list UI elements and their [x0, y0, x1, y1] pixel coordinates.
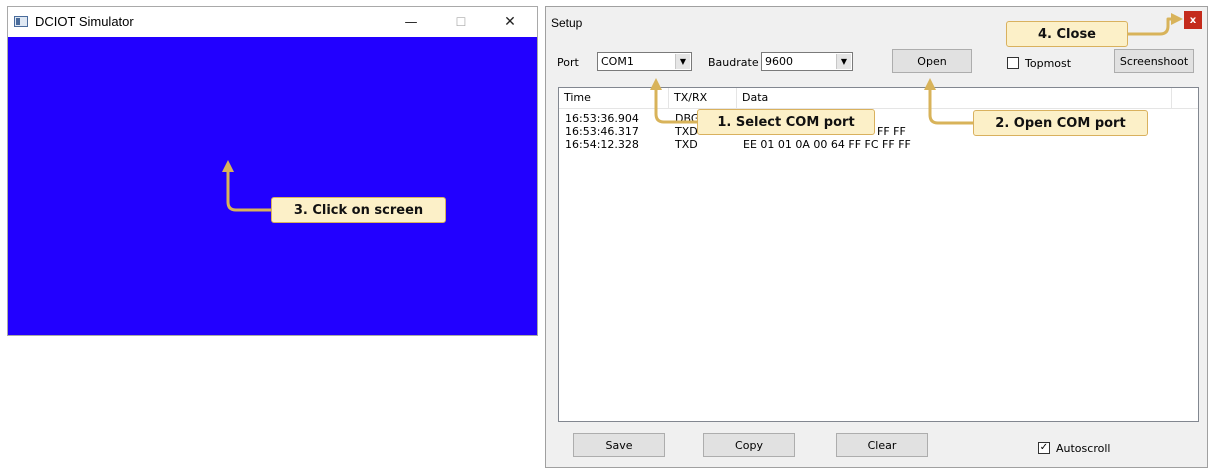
autoscroll-label: Autoscroll — [1056, 442, 1111, 455]
cell-data: EE 01 01 0A 00 64 FF FC FF FF — [743, 138, 911, 151]
port-select[interactable]: COM1 ▼ — [597, 52, 692, 71]
topmost-label: Topmost — [1025, 57, 1072, 70]
cell-time: 16:53:46.317 — [565, 125, 639, 138]
chevron-down-icon[interactable]: ▼ — [836, 54, 851, 69]
baudrate-label: Baudrate — [708, 56, 759, 69]
simulator-screen[interactable] — [8, 37, 537, 335]
port-select-value: COM1 — [601, 55, 634, 68]
log-header: Time TX/RX Data — [559, 88, 1198, 109]
port-label: Port — [557, 56, 579, 69]
cell-time: 16:54:12.328 — [565, 138, 639, 151]
copy-button[interactable]: Copy — [703, 433, 795, 457]
setup-title: Setup — [551, 16, 583, 30]
setup-window: Setup x Port COM1 ▼ Baudrate 9600 ▼ Open… — [545, 6, 1208, 468]
minimize-icon[interactable]: — — [388, 7, 434, 37]
autoscroll-checkbox[interactable]: ✓ — [1038, 442, 1050, 454]
topmost-checkbox[interactable] — [1007, 57, 1019, 69]
open-button[interactable]: Open — [892, 49, 972, 73]
cell-time: 16:53:36.904 — [565, 112, 639, 125]
log-list[interactable]: Time TX/RX Data 16:53:36.904 DBG 16:53:4… — [558, 87, 1199, 422]
chevron-down-icon[interactable]: ▼ — [675, 54, 690, 69]
simulator-title: DCIOT Simulator — [35, 14, 134, 29]
cell-dir: TXD — [675, 125, 698, 138]
screenshoot-button[interactable]: Screenshoot — [1114, 49, 1194, 73]
cell-dir: DBG — [675, 112, 700, 125]
callout-step3: 3. Click on screen — [271, 197, 446, 223]
column-header-time[interactable]: Time — [559, 88, 669, 108]
close-icon[interactable]: ✕ — [487, 7, 533, 37]
save-button[interactable]: Save — [573, 433, 665, 457]
column-header-txrx[interactable]: TX/RX — [669, 88, 737, 108]
callout-step4: 4. Close — [1006, 21, 1128, 47]
cell-data: FF FF — [877, 125, 906, 138]
baudrate-select-value: 9600 — [765, 55, 793, 68]
simulator-titlebar[interactable]: DCIOT Simulator — ☐ ✕ — [8, 7, 537, 37]
setup-close-button[interactable]: x — [1184, 11, 1202, 29]
app-window-icon — [14, 16, 28, 27]
clear-button[interactable]: Clear — [836, 433, 928, 457]
simulator-window: DCIOT Simulator — ☐ ✕ — [7, 6, 538, 336]
cell-dir: TXD — [675, 138, 698, 151]
column-header-data[interactable]: Data — [737, 88, 1172, 108]
maximize-icon[interactable]: ☐ — [438, 7, 484, 37]
callout-step2: 2. Open COM port — [973, 110, 1148, 136]
callout-step1: 1. Select COM port — [697, 109, 875, 135]
baudrate-select[interactable]: 9600 ▼ — [761, 52, 853, 71]
